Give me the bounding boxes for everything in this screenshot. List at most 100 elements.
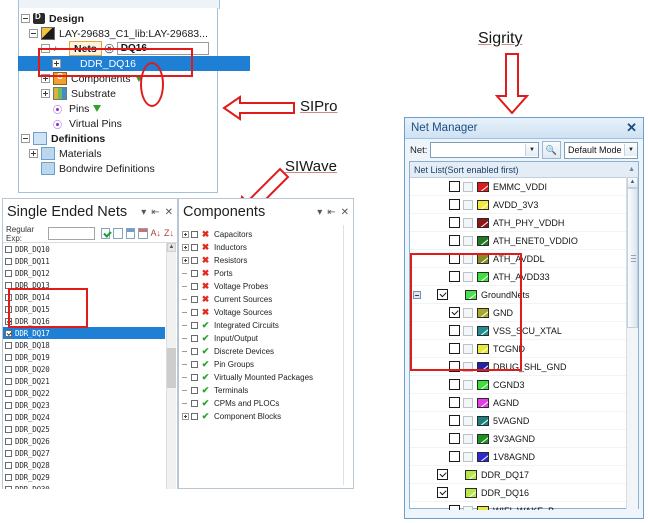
net-secondary-checkbox[interactable] bbox=[463, 433, 473, 444]
net-enable-checkbox[interactable] bbox=[449, 271, 460, 282]
sipro-tree-row[interactable]: ♪ Nets ⓧ DQ16 bbox=[19, 41, 217, 56]
single-ended-net-row[interactable]: DDR_DQ23 bbox=[3, 399, 177, 411]
sipro-tree-row[interactable]: ♪ DDR_DQ16 bbox=[18, 56, 250, 71]
component-checkbox[interactable] bbox=[191, 387, 198, 394]
components-tree-row[interactable]: ✖ Current Sources bbox=[179, 293, 353, 306]
sipro-tree-row[interactable]: Bondwire Definitions bbox=[19, 161, 217, 176]
single-ended-net-row[interactable]: DDR_DQ16 bbox=[3, 315, 177, 327]
component-checkbox[interactable] bbox=[191, 296, 198, 303]
sipro-tree-row[interactable]: Components bbox=[19, 71, 217, 86]
components-tree-row[interactable]: ✖ Inductors bbox=[179, 241, 353, 254]
expand-plus-icon[interactable] bbox=[182, 257, 189, 264]
net-color-swatch[interactable] bbox=[477, 361, 489, 372]
filter-funnel-icon[interactable] bbox=[134, 75, 143, 82]
net-manager-row[interactable]: DDR_DQ17 bbox=[410, 466, 638, 484]
net-enable-checkbox[interactable] bbox=[449, 307, 460, 318]
single-ended-net-row[interactable]: DDR_DQ14 bbox=[3, 291, 177, 303]
sort-az-icon[interactable]: A↓ bbox=[151, 228, 162, 239]
net-enable-checkbox[interactable] bbox=[449, 451, 460, 462]
net-checkbox[interactable] bbox=[5, 473, 12, 481]
net-enable-checkbox[interactable] bbox=[449, 505, 460, 510]
expand-plus-icon[interactable] bbox=[182, 244, 189, 251]
collapse-minus-icon[interactable] bbox=[21, 14, 30, 23]
net-enable-checkbox[interactable] bbox=[449, 181, 460, 192]
expand-plus-icon[interactable] bbox=[41, 89, 50, 98]
scrollbar-thumb[interactable] bbox=[167, 348, 176, 388]
net-manager-row[interactable]: VSS_SCU_XTAL bbox=[410, 322, 638, 340]
single-ended-net-row[interactable]: DDR_DQ22 bbox=[3, 387, 177, 399]
menu-caret-icon[interactable]: ▾ bbox=[317, 207, 322, 218]
net-checkbox[interactable] bbox=[5, 377, 12, 385]
components-tree-row[interactable]: ✔ CPMs and PLOCs bbox=[179, 397, 353, 410]
components-tree-row[interactable]: ✔ Discrete Devices bbox=[179, 345, 353, 358]
net-color-swatch[interactable] bbox=[477, 505, 489, 510]
net-checkbox[interactable] bbox=[5, 305, 12, 313]
sipro-tree-row[interactable]: Materials bbox=[19, 146, 217, 161]
components-tree[interactable]: ✖ Capacitors ✖ Inductors ✖ Resistors ✖ Ports ✖ Vo… bbox=[179, 225, 353, 423]
net-secondary-checkbox[interactable] bbox=[463, 199, 473, 210]
net-secondary-checkbox[interactable] bbox=[463, 397, 473, 408]
components-tree-row[interactable]: ✖ Resistors bbox=[179, 254, 353, 267]
sipro-tree-row[interactable]: ⦿ Pins bbox=[19, 101, 217, 116]
single-ended-net-row[interactable]: DDR_DQ12 bbox=[3, 267, 177, 279]
net-manager-row[interactable]: ATH_AVDDL bbox=[410, 250, 638, 268]
net-secondary-checkbox[interactable] bbox=[463, 451, 473, 462]
collapse-minus-icon[interactable] bbox=[41, 44, 50, 53]
single-ended-net-row[interactable]: DDR_DQ27 bbox=[3, 447, 177, 459]
collapse-minus-icon[interactable] bbox=[21, 134, 30, 143]
sipro-tree-row[interactable]: Substrate bbox=[19, 86, 217, 101]
net-color-swatch[interactable] bbox=[477, 415, 489, 426]
net-checkbox[interactable] bbox=[5, 449, 12, 457]
single-ended-net-row[interactable]: DDR_DQ19 bbox=[3, 351, 177, 363]
net-checkbox[interactable] bbox=[5, 269, 12, 277]
net-enable-checkbox[interactable] bbox=[449, 379, 460, 390]
net-checkbox[interactable] bbox=[5, 425, 12, 433]
net-secondary-checkbox[interactable] bbox=[463, 505, 473, 510]
component-checkbox[interactable] bbox=[191, 348, 198, 355]
expand-plus-icon[interactable] bbox=[182, 231, 189, 238]
net-manager-rows[interactable]: EMMC_VDDI AVDD_3V3 ATH_PHY_VDDH ATH_ENET0_V… bbox=[410, 178, 638, 510]
component-checkbox[interactable] bbox=[191, 361, 198, 368]
mode-combo[interactable]: Default Mode ▼ bbox=[564, 141, 638, 159]
scroll-up-icon[interactable]: ▲ bbox=[167, 243, 176, 252]
net-enable-checkbox[interactable] bbox=[437, 487, 448, 498]
net-manager-row[interactable]: WIFI_WAKE_B bbox=[410, 502, 638, 510]
net-checkbox[interactable] bbox=[5, 329, 12, 337]
sort-indicator-icon[interactable]: ▲ bbox=[628, 166, 635, 173]
expand-plus-icon[interactable] bbox=[29, 149, 38, 158]
net-color-swatch[interactable] bbox=[477, 343, 489, 354]
group-icon[interactable] bbox=[125, 228, 135, 239]
net-checkbox[interactable] bbox=[5, 341, 12, 349]
check-all-icon[interactable] bbox=[100, 228, 110, 239]
net-enable-checkbox[interactable] bbox=[449, 199, 460, 210]
single-ended-net-row[interactable]: DDR_DQ15 bbox=[3, 303, 177, 315]
net-color-swatch[interactable] bbox=[477, 235, 489, 246]
net-secondary-checkbox[interactable] bbox=[463, 253, 473, 264]
components-tree-row[interactable]: ✖ Capacitors bbox=[179, 228, 353, 241]
nets-filter-input[interactable]: DQ16 bbox=[116, 42, 209, 55]
single-ended-net-row[interactable]: DDR_DQ18 bbox=[3, 339, 177, 351]
single-ended-net-row[interactable]: DDR_DQ28 bbox=[3, 459, 177, 471]
components-tree-row[interactable]: ✖ Ports bbox=[179, 267, 353, 280]
net-checkbox[interactable] bbox=[5, 293, 12, 301]
components-tree-row[interactable]: ✔ Pin Groups bbox=[179, 358, 353, 371]
net-secondary-checkbox[interactable] bbox=[463, 181, 473, 192]
filter-funnel-icon[interactable] bbox=[93, 105, 102, 112]
chevron-down-icon[interactable]: ▼ bbox=[624, 144, 637, 156]
single-ended-net-row[interactable]: DDR_DQ26 bbox=[3, 435, 177, 447]
single-ended-net-row[interactable]: DDR_DQ11 bbox=[3, 255, 177, 267]
net-manager-row[interactable]: 1V8AGND bbox=[410, 448, 638, 466]
net-manager-row[interactable]: CGND3 bbox=[410, 376, 638, 394]
single-ended-net-row[interactable]: DDR_DQ24 bbox=[3, 411, 177, 423]
net-manager-row[interactable]: EMMC_VDDI bbox=[410, 178, 638, 196]
net-manager-row[interactable]: DDR_DQ16 bbox=[410, 484, 638, 502]
components-tree-row[interactable]: ✔ Input/Output bbox=[179, 332, 353, 345]
net-color-swatch[interactable] bbox=[477, 379, 489, 390]
component-checkbox[interactable] bbox=[191, 257, 198, 264]
net-color-swatch[interactable] bbox=[477, 307, 489, 318]
net-manager-row[interactable]: AVDD_3V3 bbox=[410, 196, 638, 214]
net-color-swatch[interactable] bbox=[465, 469, 477, 480]
regular-exp-input[interactable] bbox=[47, 227, 95, 240]
net-color-swatch[interactable] bbox=[465, 289, 477, 300]
net-checkbox[interactable] bbox=[5, 401, 12, 409]
